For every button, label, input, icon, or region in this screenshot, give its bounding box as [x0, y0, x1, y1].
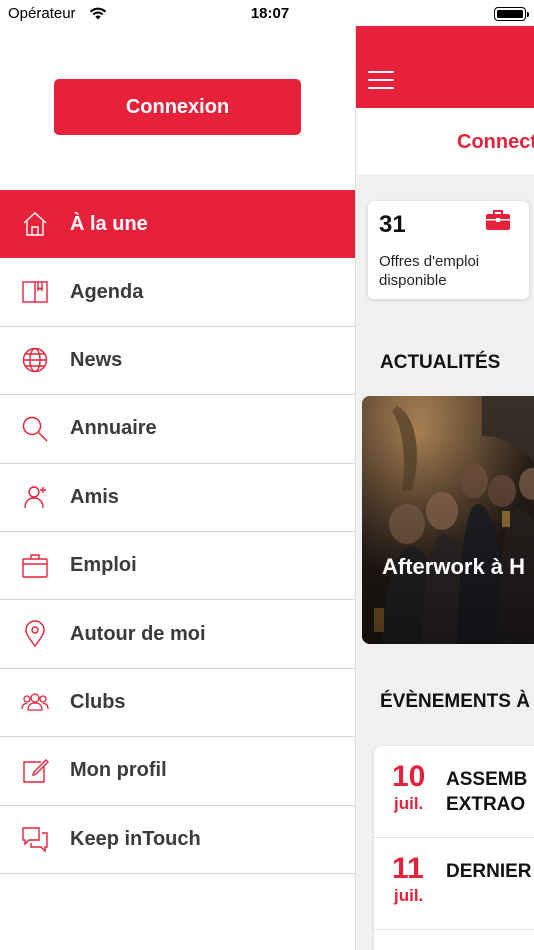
menu-label: Autour de moi: [70, 622, 206, 645]
event-title: EXTRAO: [446, 794, 526, 815]
menu-item-clubs[interactable]: Clubs: [0, 669, 355, 738]
status-bar: Opérateur 18:07: [0, 0, 534, 26]
event-month: juil.: [394, 794, 424, 813]
job-offers-card[interactable]: 31 Offres d'emploi disponible: [368, 201, 529, 299]
event-item[interactable]: 10 juil. ASSEMB EXTRAO: [374, 746, 534, 838]
event-day: 11: [392, 852, 424, 885]
job-offers-count: 31: [379, 211, 406, 238]
chat-icon: [22, 827, 48, 853]
menu-label: Emploi: [70, 554, 137, 577]
menu-label: À la une: [70, 212, 148, 235]
connect-link[interactable]: Connect: [457, 131, 534, 154]
add-friend-icon: [24, 486, 46, 509]
navigation-drawer: Connexion À la une Agenda News Annuaire: [0, 26, 355, 950]
login-button[interactable]: Connexion: [54, 79, 301, 135]
menu-item-emploi[interactable]: Emploi: [0, 532, 355, 601]
news-photo: [362, 396, 534, 644]
events-section-title: ÉVÈNEMENTS À: [380, 691, 530, 712]
news-caption: Afterwork à H: [382, 554, 526, 579]
book-icon: [22, 281, 48, 303]
clock: 18:07: [250, 5, 290, 22]
menu-item-annuaire[interactable]: Annuaire: [0, 395, 355, 464]
menu-item-a-la-une[interactable]: À la une: [0, 190, 355, 259]
briefcase-icon: [486, 210, 510, 230]
menu-item-amis[interactable]: Amis: [0, 464, 355, 532]
menu-item-autour-de-moi[interactable]: Autour de moi: [0, 600, 355, 669]
menu-label: Keep inTouch: [70, 827, 201, 850]
menu-label: Mon profil: [70, 759, 167, 782]
job-offers-label: Offres d'emploi disponible: [379, 253, 480, 289]
menu-label: Amis: [70, 485, 119, 508]
news-section-title: ACTUALITÉS: [380, 352, 501, 373]
menu-item-news[interactable]: News: [0, 327, 355, 396]
globe-icon: [22, 348, 48, 373]
search-icon: [22, 416, 48, 442]
drawer-menu: À la une Agenda News Annuaire Amis Emplo…: [0, 190, 355, 874]
menu-item-keep-intouch[interactable]: Keep inTouch: [0, 806, 355, 874]
battery-icon: [494, 7, 529, 21]
edit-icon: [23, 758, 49, 783]
event-item[interactable]: 11 juil. DERNIER: [374, 838, 534, 930]
main-content: Connect 31 Offres d'emploi disponible AC…: [355, 26, 534, 950]
event-title: ASSEMB: [446, 769, 528, 790]
events-list: 10 juil. ASSEMB EXTRAO 11 juil. DERNIER: [374, 746, 534, 950]
menu-item-agenda[interactable]: Agenda: [0, 258, 355, 327]
briefcase-icon: [22, 553, 48, 578]
event-month: juil.: [394, 886, 424, 905]
menu-label: News: [70, 348, 123, 371]
app-header: [356, 26, 534, 108]
news-card[interactable]: Afterwork à H: [362, 396, 534, 644]
menu-item-mon-profil[interactable]: Mon profil: [0, 737, 355, 806]
menu-icon[interactable]: [368, 71, 394, 91]
menu-label: Annuaire: [70, 417, 157, 440]
event-title: DERNIER: [446, 861, 532, 882]
menu-label: Clubs: [70, 690, 126, 713]
group-icon: [21, 693, 49, 712]
menu-label: Agenda: [70, 280, 144, 303]
event-day: 10: [392, 760, 426, 793]
home-icon: [23, 212, 47, 236]
location-pin-icon: [25, 620, 45, 648]
connect-bar: Connect: [356, 108, 534, 174]
